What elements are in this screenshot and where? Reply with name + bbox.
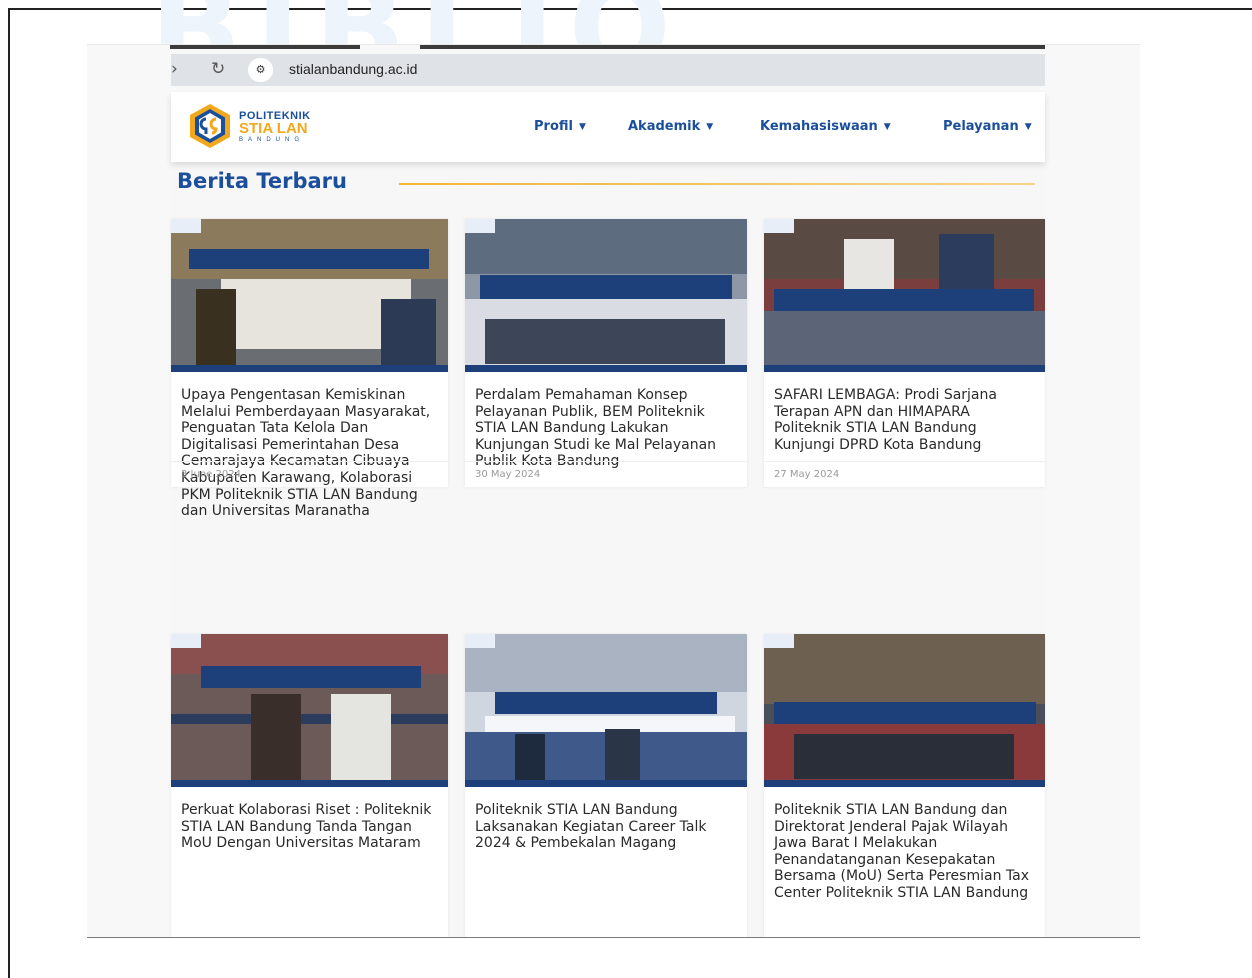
news-title[interactable]: SAFARI LEMBAGA: Prodi Sarjana Terapan AP… xyxy=(774,387,1034,453)
logo-icon[interactable] xyxy=(187,103,233,149)
nav-menu-kemahasiswaan[interactable]: Kemahasiswaan ▼ xyxy=(760,119,891,134)
news-thumbnail[interactable] xyxy=(465,634,747,787)
card-divider xyxy=(764,461,1045,462)
news-thumbnail[interactable] xyxy=(764,219,1045,372)
url-text[interactable]: stialanbandung.ac.id xyxy=(289,61,417,77)
news-card[interactable]: Upaya Pengentasan Kemiskinan Melalui Pem… xyxy=(171,219,448,519)
news-title[interactable]: Upaya Pengentasan Kemiskinan Melalui Pem… xyxy=(181,387,439,520)
news-title[interactable]: Politeknik STIA LAN Bandung dan Direktor… xyxy=(774,802,1036,902)
address-bar[interactable]: › ↻ ⚙ stialanbandung.ac.id xyxy=(171,54,1045,86)
news-date: 3 June 2024 xyxy=(181,469,241,480)
news-date: 27 May 2024 xyxy=(774,469,840,480)
news-thumbnail[interactable] xyxy=(764,634,1045,787)
reload-icon[interactable]: ↻ xyxy=(211,59,225,79)
caret-down-icon: ▼ xyxy=(578,122,586,132)
news-thumbnail[interactable] xyxy=(465,219,747,372)
caret-down-icon: ▼ xyxy=(883,122,891,132)
news-title[interactable]: Politeknik STIA LAN Bandung Laksanakan K… xyxy=(475,802,737,852)
nav-menu-pelayanan[interactable]: Pelayanan ▼ xyxy=(943,119,1032,134)
news-card[interactable]: Perdalam Pemahaman Konsep Pelayanan Publ… xyxy=(465,219,747,487)
card-divider xyxy=(171,461,448,462)
logo-text[interactable]: POLITEKNIK STIA LAN BANDUNG xyxy=(239,110,311,144)
nav-menu-akademik[interactable]: Akademik ▼ xyxy=(628,119,713,134)
news-card[interactable]: SAFARI LEMBAGA: Prodi Sarjana Terapan AP… xyxy=(764,219,1045,487)
site-info-icon[interactable]: ⚙ xyxy=(248,58,273,82)
news-date: 30 May 2024 xyxy=(475,469,541,480)
news-thumbnail[interactable] xyxy=(171,634,448,787)
card-divider xyxy=(465,461,747,462)
news-title[interactable]: Perdalam Pemahaman Konsep Pelayanan Publ… xyxy=(475,387,737,470)
caret-down-icon: ▼ xyxy=(706,122,714,132)
nav-menu-profil[interactable]: Profil ▼ xyxy=(534,119,586,134)
news-card[interactable]: Perkuat Kolaborasi Riset : Politeknik ST… xyxy=(171,634,448,937)
title-underline xyxy=(399,183,1035,185)
screenshot-window: › ↻ ⚙ stialanbandung.ac.id POLITEKNIK ST… xyxy=(87,44,1140,938)
news-card[interactable]: Politeknik STIA LAN Bandung dan Direktor… xyxy=(764,634,1045,937)
tab-strip xyxy=(170,45,1045,49)
site-header: POLITEKNIK STIA LAN BANDUNG Profil ▼ Akad… xyxy=(171,92,1045,162)
caret-down-icon: ▼ xyxy=(1024,122,1032,132)
section-title: Berita Terbaru xyxy=(177,169,347,193)
news-title[interactable]: Perkuat Kolaborasi Riset : Politeknik ST… xyxy=(181,802,439,852)
news-thumbnail[interactable] xyxy=(171,219,448,372)
arrow-right-icon[interactable]: › xyxy=(171,59,178,79)
web-page: POLITEKNIK STIA LAN BANDUNG Profil ▼ Akad… xyxy=(171,92,1045,937)
news-card[interactable]: Politeknik STIA LAN Bandung Laksanakan K… xyxy=(465,634,747,937)
